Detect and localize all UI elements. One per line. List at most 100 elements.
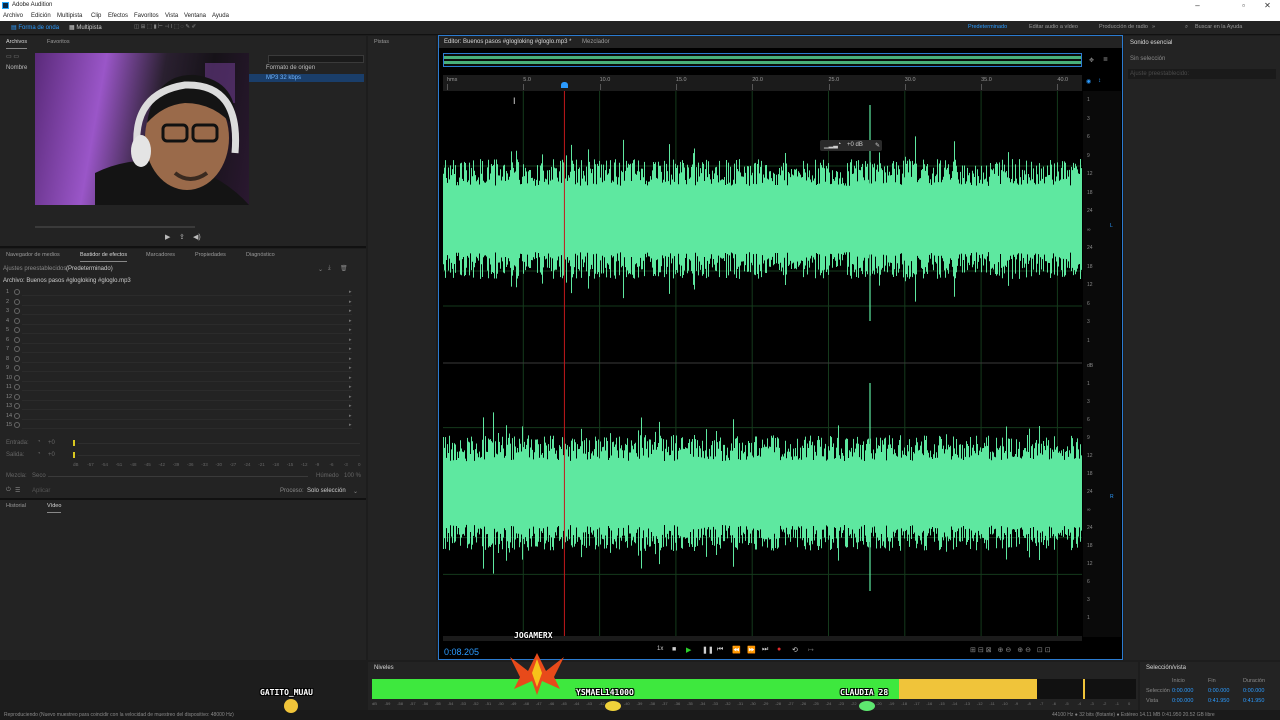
selection-duration[interactable]: 0:00.000 bbox=[1243, 688, 1264, 694]
hud-pin-icon[interactable]: ✎ bbox=[875, 142, 880, 149]
effect-slot-arrow-icon[interactable]: ▸ bbox=[349, 327, 352, 333]
effect-slot-power-icon[interactable] bbox=[14, 289, 20, 295]
menu-edicion[interactable]: Edición bbox=[31, 13, 51, 19]
go-to-end-icon[interactable]: ⏭ bbox=[762, 646, 768, 654]
preset-chevron-down-icon[interactable]: ⌄ bbox=[318, 266, 323, 273]
effect-slot-row[interactable] bbox=[22, 295, 352, 296]
waveform-mode-button[interactable]: ▤ Forma de onda bbox=[8, 23, 62, 33]
effect-slot-arrow-icon[interactable]: ▸ bbox=[349, 384, 352, 390]
effect-slot-power-icon[interactable] bbox=[14, 412, 20, 419]
tab-diagnostico[interactable]: Diagnóstico bbox=[246, 250, 275, 261]
delete-preset-icon[interactable]: 🗑 bbox=[340, 265, 348, 272]
file-tools-icons[interactable]: ▭ ▭ bbox=[6, 53, 19, 60]
effect-slot-power-icon[interactable] bbox=[14, 374, 20, 381]
effect-slot-power-icon[interactable] bbox=[14, 403, 20, 409]
output-gain-knob-icon[interactable]: ◔ bbox=[37, 451, 41, 457]
menu-ventana[interactable]: Ventana bbox=[184, 13, 206, 19]
view-end[interactable]: 0:41.950 bbox=[1208, 698, 1229, 704]
effect-slot-row[interactable] bbox=[22, 361, 352, 363]
menu-favoritos[interactable]: Favoritos bbox=[134, 13, 159, 19]
effect-slot-arrow-icon[interactable]: ▸ bbox=[349, 422, 352, 428]
go-to-start-icon[interactable]: ⏮ bbox=[717, 646, 723, 654]
col-format-header[interactable]: Formato de origen bbox=[266, 65, 315, 71]
effect-slot-power-icon[interactable] bbox=[14, 422, 20, 428]
effect-slot-row[interactable] bbox=[22, 380, 352, 382]
rack-list-icon[interactable]: ☰ bbox=[15, 487, 20, 494]
tab-favoritos[interactable]: Favoritos bbox=[47, 37, 70, 48]
effect-slot-power-icon[interactable] bbox=[14, 346, 20, 352]
overview-settings-icon[interactable]: ≣ bbox=[1103, 56, 1108, 63]
effect-slot-arrow-icon[interactable]: ▸ bbox=[349, 375, 352, 381]
preset-input[interactable]: Ajuste preestablecido: bbox=[1128, 69, 1276, 79]
fast-forward-icon[interactable]: ⏩ bbox=[747, 646, 756, 654]
effect-slot-row[interactable] bbox=[22, 304, 352, 306]
zoom-out-full-icon[interactable]: ✥ bbox=[1089, 57, 1094, 64]
effect-slot-row[interactable] bbox=[22, 418, 352, 420]
col-name-header[interactable]: Nombre bbox=[6, 65, 27, 71]
view-start[interactable]: 0:00.000 bbox=[1172, 698, 1193, 704]
playback-speed[interactable]: 1x bbox=[657, 646, 663, 652]
marker-icon[interactable]: ↕ bbox=[1098, 78, 1101, 84]
effect-slot-row[interactable] bbox=[22, 342, 352, 344]
tab-bastidor-efectos[interactable]: Bastidor de efectos bbox=[80, 250, 128, 262]
tab-archivos[interactable]: Archivos bbox=[6, 37, 28, 49]
process-chevron-down-icon[interactable]: ⌄ bbox=[353, 488, 358, 495]
tool-icons[interactable]: ◫ ⊞ ⬚ ▮ ⊢ ⊣ I ⬚ ◌ ✎ ✐ bbox=[134, 24, 196, 30]
tab-marcadores[interactable]: Marcadores bbox=[146, 250, 175, 261]
selection-end[interactable]: 0:00.000 bbox=[1208, 688, 1229, 694]
export-icon[interactable]: ⇪ bbox=[179, 233, 185, 241]
tab-video[interactable]: Vídeo bbox=[47, 501, 62, 513]
tab-editor-file[interactable]: Editor: Buenos pasos #glogloking #gloglo… bbox=[444, 39, 571, 45]
effect-slot-arrow-icon[interactable]: ▸ bbox=[349, 337, 352, 343]
tab-propiedades[interactable]: Propiedades bbox=[195, 250, 226, 261]
effect-slot-row[interactable] bbox=[22, 390, 352, 391]
effect-slot-arrow-icon[interactable]: ▸ bbox=[349, 356, 352, 362]
effect-slot-arrow-icon[interactable]: ▸ bbox=[349, 394, 352, 400]
effect-slot-arrow-icon[interactable]: ▸ bbox=[349, 299, 352, 305]
play-icon[interactable]: ▶ bbox=[165, 233, 170, 241]
overview-bar[interactable] bbox=[443, 53, 1082, 67]
workspace-produccion-radio[interactable]: Producción de radio bbox=[1099, 24, 1148, 30]
preset-dropdown[interactable]: (Predeterminado) bbox=[66, 266, 113, 272]
effect-slot-row[interactable] bbox=[22, 323, 352, 325]
effect-slot-row[interactable] bbox=[22, 399, 352, 401]
time-ruler[interactable]: hms 5.0 10.0 15.0 20.0 25.0 30.0 35.0 40.0 bbox=[443, 75, 1082, 91]
effect-slot-row[interactable] bbox=[22, 371, 352, 372]
menu-clip[interactable]: Clip bbox=[91, 13, 101, 19]
help-search-input[interactable]: Buscar en la Ayuda bbox=[1195, 24, 1242, 30]
effect-slot-power-icon[interactable] bbox=[14, 298, 20, 305]
effect-slot-arrow-icon[interactable]: ▸ bbox=[349, 365, 352, 371]
effect-slot-power-icon[interactable] bbox=[14, 317, 20, 324]
workspace-editar-audio-video[interactable]: Editar audio a vídeo bbox=[1029, 24, 1078, 30]
effect-slot-arrow-icon[interactable]: ▸ bbox=[349, 308, 352, 314]
play-transport-icon[interactable]: ▶ bbox=[686, 646, 691, 654]
effect-slot-row[interactable] bbox=[22, 352, 352, 353]
close-icon[interactable]: ✕ bbox=[1256, 0, 1279, 11]
menu-multipista[interactable]: Multipista bbox=[57, 13, 82, 19]
multitrack-mode-button[interactable]: ▦ Multipista bbox=[66, 23, 105, 33]
hud-volume[interactable]: ▁▂▃ ◔ +0 dB ✎ bbox=[820, 140, 882, 151]
process-dropdown[interactable]: Solo selección bbox=[307, 488, 346, 494]
zoom-tools-icons[interactable]: ⊞⊟⊠ ⊕⊖ ⊕⊖ ⊡⊡ bbox=[970, 646, 1053, 654]
channel-right-label[interactable]: R bbox=[1110, 494, 1114, 500]
snap-icon[interactable]: ◉ bbox=[1086, 78, 1091, 85]
tab-mixer[interactable]: Mezclador bbox=[582, 39, 610, 45]
effect-slot-power-icon[interactable] bbox=[14, 308, 20, 314]
apply-button[interactable]: Aplicar bbox=[32, 488, 50, 494]
stop-icon[interactable]: ■ bbox=[672, 646, 676, 653]
effect-slot-row[interactable] bbox=[22, 333, 352, 334]
loop-icon[interactable]: ⟲ bbox=[792, 646, 798, 654]
skip-selection-icon[interactable]: ↦ bbox=[808, 646, 814, 654]
effect-slot-power-icon[interactable] bbox=[14, 384, 20, 390]
effect-slot-arrow-icon[interactable]: ▸ bbox=[349, 289, 352, 295]
video-progress[interactable] bbox=[35, 226, 195, 228]
record-icon[interactable]: ● bbox=[777, 646, 781, 653]
effect-slot-power-icon[interactable] bbox=[14, 365, 20, 371]
effect-slot-arrow-icon[interactable]: ▸ bbox=[349, 413, 352, 419]
tab-historial[interactable]: Historial bbox=[6, 501, 26, 512]
effect-slot-row[interactable] bbox=[22, 428, 352, 429]
effect-slot-power-icon[interactable] bbox=[14, 355, 20, 362]
workspace-overflow-icon[interactable]: » bbox=[1152, 24, 1155, 30]
file-search-input[interactable] bbox=[268, 55, 364, 63]
save-preset-icon[interactable]: ⤓ bbox=[328, 265, 331, 272]
